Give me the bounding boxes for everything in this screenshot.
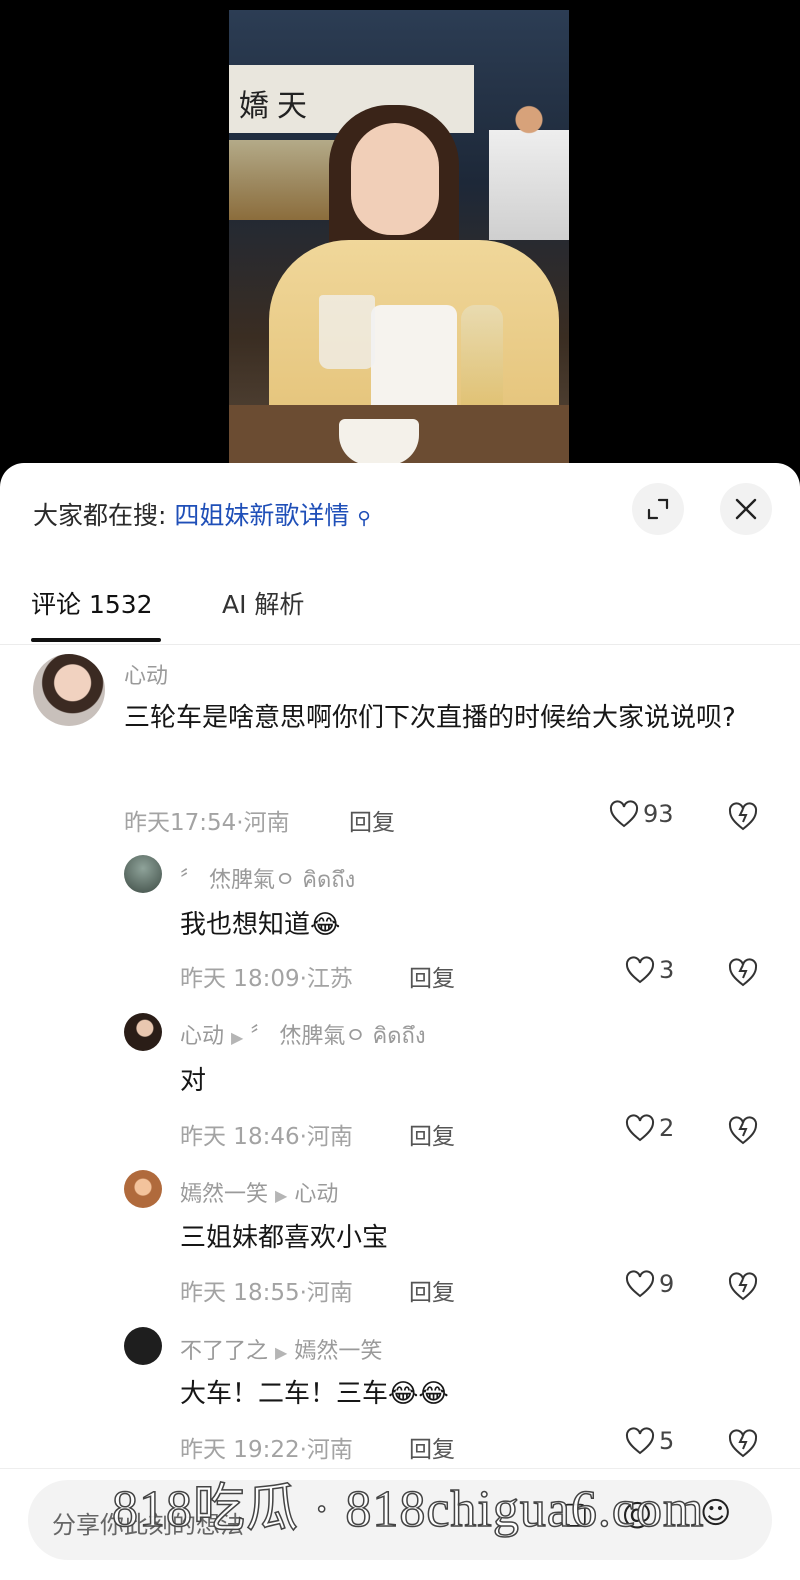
- broken-heart-icon: [728, 1429, 758, 1458]
- tab-bar: 评论 1532 AI 解析: [0, 575, 800, 645]
- heart-icon: [625, 956, 655, 984]
- reply-button[interactable]: 回复: [409, 1117, 455, 1151]
- comment-meta: 昨天17:54·河南: [124, 810, 290, 836]
- reply-to-name: 嫣然一笑: [294, 1339, 383, 1364]
- like-count: 9: [659, 1270, 675, 1298]
- author-name: 不了了之: [180, 1339, 269, 1364]
- reply-to-arrow-icon: ▶: [231, 1028, 244, 1047]
- like-count: 93: [643, 800, 674, 828]
- comment-meta: 昨天 18:46·河南: [180, 1124, 353, 1150]
- comment-meta: 昨天 18:55·河南: [180, 1280, 353, 1306]
- dislike-button[interactable]: [727, 1271, 759, 1301]
- comment-meta: 昨天 18:09·江苏: [180, 966, 353, 992]
- video-frame: 嬌天: [229, 10, 569, 465]
- comment-text: 我也想知道😂: [180, 910, 341, 940]
- emoji-icon[interactable]: ☺: [700, 1496, 731, 1531]
- broken-heart-icon: [728, 958, 758, 987]
- comment-text: 大车！二车！三车😂😂: [180, 1379, 449, 1409]
- broken-heart-icon: [728, 802, 758, 831]
- broken-heart-icon: [728, 1272, 758, 1301]
- like-button[interactable]: 3: [625, 956, 674, 984]
- like-button[interactable]: 93: [609, 800, 674, 828]
- bowl: [339, 419, 419, 465]
- tab-ai-analysis[interactable]: AI 解析: [222, 585, 304, 621]
- dislike-button[interactable]: [727, 1428, 759, 1458]
- avatar[interactable]: [124, 1327, 162, 1365]
- like-count: 3: [659, 956, 675, 984]
- dislike-button[interactable]: [727, 1115, 759, 1145]
- comment-author[interactable]: 〞 烋脾氣ㅇ คิดถึง: [180, 862, 355, 897]
- reply-button[interactable]: 回复: [409, 959, 455, 993]
- reply-button[interactable]: 回复: [409, 1273, 455, 1307]
- comment-text: 对: [180, 1066, 207, 1096]
- video-player[interactable]: 嬌天: [0, 0, 800, 475]
- collapse-icon: [647, 498, 669, 520]
- comment-author[interactable]: 不了了之 ▶ 嫣然一笑: [180, 1333, 382, 1365]
- close-button[interactable]: [720, 483, 772, 535]
- reply-to-name: 心动: [294, 1182, 339, 1207]
- tab-comments[interactable]: 评论 1532: [31, 585, 153, 621]
- collapse-button[interactable]: [632, 483, 684, 535]
- like-count: 5: [659, 1427, 675, 1455]
- comment-meta: 昨天 19:22·河南: [180, 1437, 353, 1463]
- search-link[interactable]: 四姐妹新歌详情: [174, 501, 349, 530]
- search-icon[interactable]: ⚲: [357, 508, 370, 529]
- avatar[interactable]: [124, 1013, 162, 1051]
- comment-text: 三轮车是啥意思啊你们下次直播的时候给大家说说呗?: [124, 703, 736, 733]
- broken-heart-icon: [728, 1116, 758, 1145]
- search-prefix: 大家都在搜:: [33, 501, 167, 530]
- comment-author[interactable]: 嫣然一笑 ▶ 心动: [180, 1176, 338, 1208]
- search-suggestion: 大家都在搜: 四姐妹新歌详情 ⚲: [33, 496, 371, 532]
- active-tab-indicator: [31, 638, 161, 642]
- author-name: 嫣然一笑: [180, 1182, 269, 1207]
- reply-to-arrow-icon: ▶: [275, 1186, 288, 1205]
- heart-icon: [625, 1427, 655, 1455]
- comment-author[interactable]: 心动 ▶ 〞 烋脾氣ㅇ คิดถึง: [180, 1018, 426, 1053]
- comment-text: 三姐妹都喜欢小宝: [180, 1223, 389, 1253]
- avatar[interactable]: [124, 855, 162, 893]
- like-button[interactable]: 2: [625, 1114, 674, 1142]
- reply-button[interactable]: 回复: [349, 803, 395, 837]
- heart-icon: [625, 1114, 655, 1142]
- avatar[interactable]: [124, 1170, 162, 1208]
- comment-author[interactable]: 心动: [124, 658, 168, 690]
- site-watermark: 818吃瓜 · 818chigua6.com: [111, 1480, 705, 1539]
- author-name: 心动: [180, 1024, 225, 1049]
- heart-icon: [609, 800, 639, 828]
- like-button[interactable]: 5: [625, 1427, 674, 1455]
- reply-to-name: 〞 烋脾氣ㅇ คิดถึง: [250, 1024, 426, 1049]
- like-count: 2: [659, 1114, 675, 1142]
- like-button[interactable]: 9: [625, 1270, 674, 1298]
- close-icon: [735, 498, 757, 520]
- avatar[interactable]: [33, 654, 105, 726]
- reply-to-arrow-icon: ▶: [275, 1343, 288, 1362]
- dislike-button[interactable]: [727, 957, 759, 987]
- reply-button[interactable]: 回复: [409, 1430, 455, 1464]
- heart-icon: [625, 1270, 655, 1298]
- dislike-button[interactable]: [727, 801, 759, 831]
